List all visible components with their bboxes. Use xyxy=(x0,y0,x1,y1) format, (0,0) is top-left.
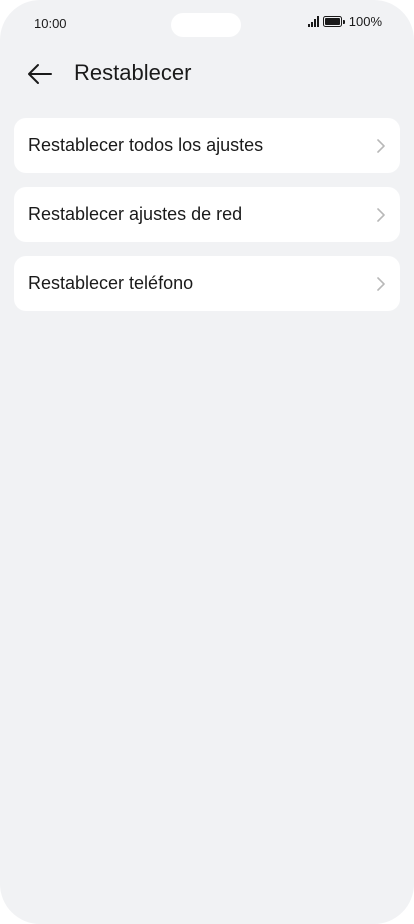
list-item-label: Restablecer todos los ajustes xyxy=(28,135,264,155)
page-title: Restablecer xyxy=(74,60,192,85)
camera-cutout xyxy=(171,13,241,37)
reset-options-list: Restablecer todos los ajustes Restablece… xyxy=(14,118,400,325)
phone-screen: 10:00 100% Restablecer Restablecer todos… xyxy=(0,0,414,924)
battery-icon xyxy=(322,16,345,27)
list-item-label: Restablecer ajustes de red xyxy=(28,204,243,224)
reset-network-settings-item[interactable]: Restablecer ajustes de red xyxy=(14,187,400,242)
arrow-left-icon xyxy=(28,64,52,84)
reset-all-settings-item[interactable]: Restablecer todos los ajustes xyxy=(14,118,400,173)
signal-icon xyxy=(307,16,319,27)
header: Restablecer xyxy=(0,54,414,94)
chevron-right-icon xyxy=(376,207,386,223)
list-item-label: Restablecer teléfono xyxy=(28,273,194,293)
battery-percentage: 100% xyxy=(348,14,382,29)
back-button[interactable] xyxy=(24,58,56,90)
chevron-right-icon xyxy=(376,276,386,292)
status-indicators: 100% xyxy=(307,14,382,29)
status-bar: 10:00 100% xyxy=(0,0,414,46)
chevron-right-icon xyxy=(376,138,386,154)
status-time: 10:00 xyxy=(34,16,67,31)
reset-phone-item[interactable]: Restablecer teléfono xyxy=(14,256,400,311)
